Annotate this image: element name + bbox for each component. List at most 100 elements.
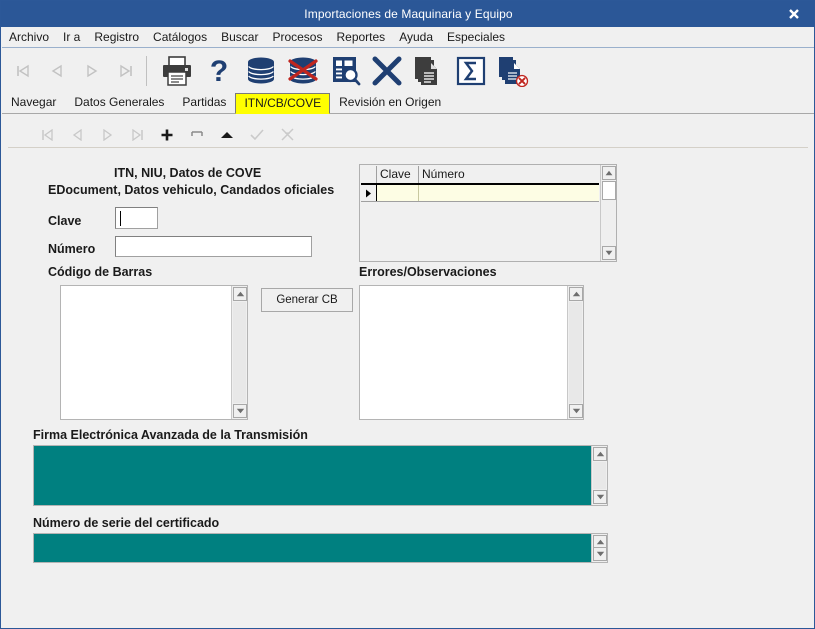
toolbar-sum-button[interactable] xyxy=(450,50,492,92)
recnav-add-button[interactable] xyxy=(152,123,182,147)
certificado-scroll-down-button[interactable] xyxy=(593,547,607,561)
recnav-previous-button xyxy=(62,123,92,147)
menu-item-archivo[interactable]: Archivo xyxy=(2,28,56,46)
window-title: Importaciones de Maquinaria y Equipo xyxy=(304,7,513,21)
firma-electronica-text xyxy=(36,448,589,503)
numero-input[interactable] xyxy=(115,236,312,257)
chevron-up-icon xyxy=(605,170,613,176)
firma-electronica-textarea[interactable] xyxy=(33,445,608,506)
recnav-next-button xyxy=(92,123,122,147)
chevron-down-icon xyxy=(596,494,604,500)
window-close-button[interactable] xyxy=(772,1,814,27)
toolbar-previous-record-button xyxy=(40,50,74,92)
firma-scroll-down-button[interactable] xyxy=(593,490,607,504)
grid-cell-numero xyxy=(419,185,591,201)
codigo-barras-scroll-track[interactable] xyxy=(233,302,246,403)
first-record-icon xyxy=(41,128,53,141)
numero-label: Número xyxy=(48,242,96,256)
copy-documents-icon xyxy=(415,57,437,85)
codigo-barras-scroll-up-button[interactable] xyxy=(233,287,247,301)
recnav-edit-button[interactable] xyxy=(212,123,242,147)
document-search-icon xyxy=(333,57,361,86)
clave-label: Clave xyxy=(48,214,82,228)
chevron-up-icon xyxy=(572,291,580,297)
tab-datos-generales[interactable]: Datos Generales xyxy=(65,92,173,113)
toolbar-help-button[interactable]: ? xyxy=(198,50,240,92)
grid-scroll-up-button[interactable] xyxy=(602,166,616,180)
firma-electronica-label: Firma Electrónica Avanzada de la Transmi… xyxy=(33,428,308,442)
codigo-barras-textarea[interactable] xyxy=(60,285,248,420)
grid-scroll-down-button[interactable] xyxy=(602,246,616,260)
chevron-down-icon xyxy=(572,408,580,414)
grid-column-numero: Número xyxy=(422,167,465,181)
next-record-icon xyxy=(102,128,112,141)
codigo-barras-text xyxy=(63,288,229,417)
errores-scroll-up-button[interactable] xyxy=(569,287,583,301)
errores-scrollbar[interactable] xyxy=(567,286,583,419)
errores-observaciones-text xyxy=(362,288,565,417)
toolbar-query-document-button[interactable] xyxy=(324,50,366,92)
application-window: Importaciones de Maquinaria y Equipo Arc… xyxy=(0,0,815,629)
next-record-icon xyxy=(86,64,97,78)
numero-serie-certificado-text xyxy=(36,536,589,560)
menu-item-ir-a[interactable]: Ir a xyxy=(56,28,87,46)
menu-item-catalogos[interactable]: Catálogos xyxy=(146,28,214,46)
codigo-barras-scrollbar[interactable] xyxy=(231,286,247,419)
recnav-first-button xyxy=(32,123,62,147)
x-close-icon xyxy=(372,56,402,86)
tab-strip: Navegar Datos Generales Partidas ITN/CB/… xyxy=(2,92,814,114)
menu-item-procesos[interactable]: Procesos xyxy=(265,28,329,46)
menu-item-ayuda[interactable]: Ayuda xyxy=(392,28,440,46)
chevron-down-icon xyxy=(596,551,604,557)
cancel-x-icon xyxy=(280,128,294,141)
clave-numero-grid[interactable]: Clave Número xyxy=(359,164,617,262)
errores-observaciones-textarea[interactable] xyxy=(359,285,584,420)
menu-item-especiales[interactable]: Especiales xyxy=(440,28,512,46)
documents-delete-icon xyxy=(499,57,529,87)
previous-record-icon xyxy=(51,64,62,78)
first-record-icon xyxy=(16,64,29,78)
recnav-last-button xyxy=(122,123,152,147)
firma-scroll-up-button[interactable] xyxy=(593,447,607,461)
errores-observaciones-label: Errores/Observaciones xyxy=(359,265,497,279)
table-row[interactable] xyxy=(361,185,599,202)
toolbar-last-record-button xyxy=(108,50,142,92)
menu-item-buscar[interactable]: Buscar xyxy=(214,28,265,46)
codigo-barras-scroll-down-button[interactable] xyxy=(233,404,247,418)
toolbar-close-button[interactable] xyxy=(366,50,408,92)
grid-inner: Clave Número xyxy=(361,166,599,260)
errores-scroll-track[interactable] xyxy=(569,302,582,403)
numero-serie-certificado-label: Número de serie del certificado xyxy=(33,516,220,530)
generar-cb-button[interactable]: Generar CB xyxy=(261,288,353,312)
chevron-up-icon xyxy=(596,451,604,457)
toolbar-delete-database-button[interactable] xyxy=(282,50,324,92)
firma-scrollbar[interactable] xyxy=(591,446,607,505)
tab-partidas[interactable]: Partidas xyxy=(173,92,235,113)
grid-cell-clave xyxy=(377,185,419,201)
numero-serie-certificado-textarea[interactable] xyxy=(33,533,608,563)
chevron-down-icon xyxy=(605,250,613,256)
svg-text:?: ? xyxy=(210,55,228,87)
grid-scrollbar[interactable] xyxy=(600,165,616,261)
grid-scroll-thumb[interactable] xyxy=(602,181,616,200)
toolbar-next-record-button xyxy=(74,50,108,92)
clave-text-cursor xyxy=(120,211,121,226)
menu-item-registro[interactable]: Registro xyxy=(87,28,146,46)
toolbar-delete-documents-button[interactable] xyxy=(492,50,534,92)
triangle-up-icon xyxy=(221,131,233,138)
main-toolbar: ? xyxy=(2,48,814,94)
tab-navegar[interactable]: Navegar xyxy=(2,92,65,113)
certificado-scrollbar[interactable] xyxy=(591,534,607,562)
toolbar-database-button[interactable] xyxy=(240,50,282,92)
firma-scroll-track[interactable] xyxy=(593,462,606,489)
clave-input[interactable] xyxy=(115,207,158,229)
errores-scroll-down-button[interactable] xyxy=(569,404,583,418)
menu-item-reportes[interactable]: Reportes xyxy=(329,28,392,46)
database-delete-icon xyxy=(288,57,318,84)
toolbar-copy-button[interactable] xyxy=(408,50,450,92)
toolbar-print-button[interactable] xyxy=(156,50,198,92)
recnav-delete-button[interactable] xyxy=(182,123,212,147)
tab-revision-en-origen[interactable]: Revisión en Origen xyxy=(330,92,450,113)
toolbar-first-record-button xyxy=(6,50,40,92)
tab-itn-cb-cove[interactable]: ITN/CB/COVE xyxy=(235,93,331,114)
